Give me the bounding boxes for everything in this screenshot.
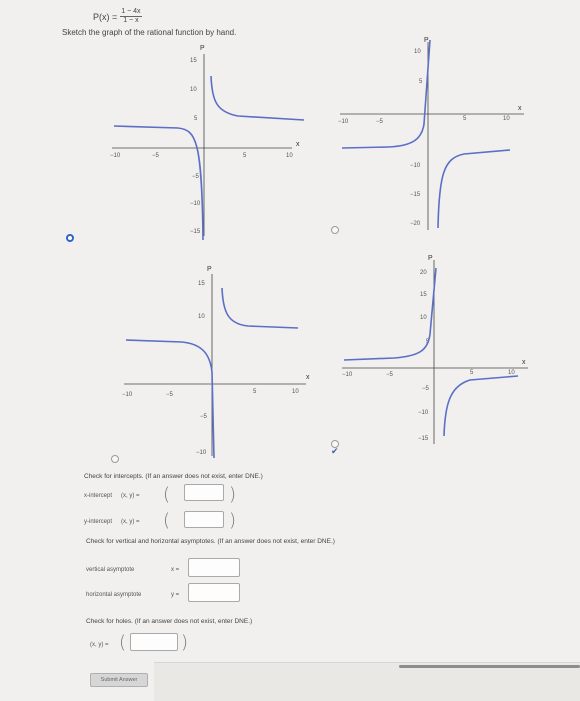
graph-2-ytick-1: 10 (414, 49, 421, 55)
asymptotes-heading: Check for vertical and horizontal asympt… (86, 538, 335, 545)
x-intercept-label: x-intercept (84, 493, 113, 499)
graph-1-xtick-2: −5 (152, 153, 160, 159)
graph-1-ytick-4: −5 (192, 174, 200, 180)
graph-1-xtick-4: 10 (286, 153, 293, 159)
graph-3-svg: x P −10 −5 5 10 15 10 −5 −10 (122, 266, 310, 459)
graph-3-y-axis-label: P (207, 266, 212, 273)
graph-1-x-axis-label: x (296, 141, 300, 148)
graph-2-curve-right (437, 149, 511, 229)
graph-2-svg: x P −10 −5 5 10 10 5 −10 −15 −20 (338, 37, 524, 230)
formula-denominator: 1 − x (123, 17, 139, 24)
y-intercept-input[interactable] (184, 511, 224, 528)
graph-option-2[interactable]: x P −10 −5 5 10 10 5 −10 −15 −20 (338, 34, 538, 234)
graph-1-curve-right (210, 75, 305, 121)
graph-4-curve-left (343, 267, 437, 361)
holes-close-paren: ) (181, 632, 189, 653)
intercepts-heading: Check for intercepts. (If an answer does… (84, 473, 263, 480)
graph-4-ytick-1: 20 (420, 270, 427, 276)
graph-1-ytick-5: −10 (190, 201, 201, 207)
holes-pair-label: (x, y) = (90, 642, 109, 648)
vertical-asymptote-label: vertical asymptote (86, 567, 135, 573)
horizontal-asymptote-input[interactable] (188, 583, 240, 602)
graph-2-ytick-5: −20 (410, 221, 421, 227)
graph-3-ytick-3: −5 (200, 414, 208, 420)
graph-4-y-axis-label: P (428, 255, 433, 262)
graph-4-ytick-3: 10 (420, 315, 427, 321)
formula-fraction: 1 − 4x 1 − x (120, 8, 142, 25)
y-intercept-label: y-intercept (84, 519, 113, 525)
submit-answer-button[interactable]: Submit Answer (90, 673, 148, 687)
graph-3-ytick-4: −10 (196, 450, 207, 456)
graph-1-ytick-2: 10 (190, 87, 197, 93)
graph-4-xtick-3: 5 (470, 370, 474, 376)
graph-option-1[interactable]: x P −10 −5 5 10 15 10 5 −5 −10 −15 (108, 40, 308, 241)
graph-3-xtick-4: 10 (292, 389, 299, 395)
graph-2-xtick-4: 10 (503, 116, 510, 122)
graph-3-xtick-2: −5 (166, 392, 174, 398)
scrollbar-thumb[interactable] (399, 665, 580, 668)
y-intercept-pair-label: (x, y) = (121, 519, 140, 525)
graph-1-y-axis-label: P (200, 45, 205, 52)
graph-4-xtick-2: −5 (386, 372, 394, 378)
graph-option-3[interactable]: x P −10 −5 5 10 15 10 −5 −10 (122, 262, 322, 462)
x-intercept-input[interactable] (184, 484, 224, 501)
graph-1-xtick-3: 5 (243, 153, 247, 159)
graph-1-ytick-3: 5 (194, 116, 198, 122)
graph-2-ytick-3: −10 (410, 163, 421, 169)
graph-option-4[interactable]: x P −10 −5 5 10 20 15 10 5 −5 −10 −15 (340, 254, 540, 454)
graph-4-svg: x P −10 −5 5 10 20 15 10 5 −5 −10 −15 (342, 255, 528, 444)
y-intercept-open-paren: ( (163, 510, 171, 531)
graph-3-curve-left (125, 339, 215, 459)
formula-numerator: 1 − 4x (120, 8, 142, 17)
holes-heading: Check for holes. (If an answer does not … (86, 618, 253, 625)
graph-3-ytick-2: 10 (198, 314, 205, 320)
graph-1-ytick-6: −15 (190, 229, 201, 235)
graph-1-svg: x P −10 −5 5 10 15 10 5 −5 −10 −15 (110, 45, 305, 241)
vertical-asymptote-input[interactable] (188, 558, 240, 577)
graph-3-xtick-1: −10 (122, 392, 133, 398)
holes-input[interactable] (130, 633, 178, 651)
graph-2-xtick-1: −10 (338, 119, 349, 125)
graph-4-xtick-1: −10 (342, 372, 353, 378)
graph-3-xtick-3: 5 (253, 389, 257, 395)
graph-4-ytick-2: 15 (420, 292, 427, 298)
x-intercept-pair-label: (x, y) = (121, 493, 140, 499)
graph-3-x-axis-label: x (306, 374, 310, 381)
graph-4-curve-right (443, 375, 519, 437)
bottom-toolbar (154, 662, 580, 701)
graph-2-ytick-2: 5 (419, 79, 423, 85)
graph-3-curve-right (221, 287, 299, 329)
horizontal-asymptote-label: horizontal asymptote (86, 592, 142, 598)
y-intercept-close-paren: ) (229, 510, 237, 531)
holes-open-paren: ( (119, 632, 127, 653)
graph-3-ytick-1: 15 (198, 281, 205, 287)
function-formula: P(x) = 1 − 4x 1 − x (93, 8, 142, 25)
prompt-text: Sketch the graph of the rational functio… (62, 28, 237, 37)
graph-2-curve-left (341, 39, 431, 149)
incorrect-check-icon: ✔ (331, 446, 339, 456)
graph-2-ytick-4: −15 (410, 192, 421, 198)
graph-option-2-radio[interactable] (331, 226, 339, 234)
x-intercept-close-paren: ) (229, 484, 237, 505)
graph-4-ytick-7: −15 (418, 436, 429, 442)
graph-1-curve-left (113, 125, 204, 241)
formula-lhs: P(x) = (93, 11, 118, 22)
graph-1-ytick-1: 15 (190, 58, 197, 64)
graph-2-xtick-3: 5 (463, 116, 467, 122)
graph-4-ytick-6: −10 (418, 410, 429, 416)
graph-4-x-axis-label: x (522, 359, 526, 366)
graph-1-xtick-1: −10 (110, 153, 121, 159)
graph-4-ytick-5: −5 (422, 386, 430, 392)
graph-option-1-radio[interactable] (66, 234, 74, 242)
graph-2-y-axis-label: P (424, 37, 429, 44)
horizontal-asymptote-prefix: y = (171, 592, 180, 598)
x-intercept-open-paren: ( (163, 484, 171, 505)
graph-2-x-axis-label: x (518, 105, 522, 112)
vertical-asymptote-prefix: x = (171, 567, 180, 573)
graph-2-xtick-2: −5 (376, 119, 384, 125)
graph-4-xtick-4: 10 (508, 370, 515, 376)
graph-option-3-radio[interactable] (111, 455, 119, 463)
